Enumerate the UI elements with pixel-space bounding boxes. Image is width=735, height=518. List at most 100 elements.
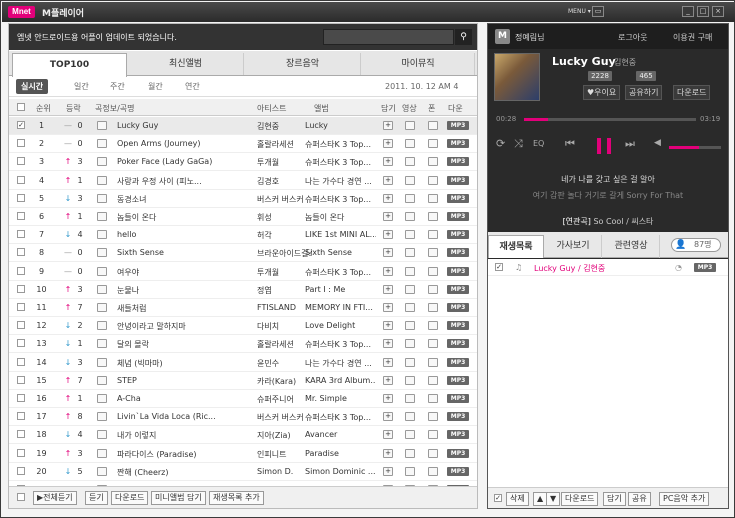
playlist-download-button[interactable]: 다운로드: [561, 492, 599, 506]
row-artist[interactable]: 윤민수: [257, 358, 312, 369]
table-row[interactable]: 7 ↓ 4 hello 허각 LIKE 1st MINI AL... + MP3: [9, 226, 477, 245]
row-song[interactable]: 체념 (빅마마): [117, 358, 234, 369]
share-button[interactable]: 공유하기: [625, 85, 663, 100]
video-icon[interactable]: [405, 321, 415, 331]
album-art[interactable]: [494, 53, 540, 101]
row-album[interactable]: MEMORY IN FTI...: [305, 303, 376, 312]
row-artist[interactable]: 카라(Kara): [257, 376, 312, 387]
video-icon[interactable]: [405, 466, 415, 476]
song-info-icon[interactable]: [97, 266, 107, 276]
menu-button[interactable]: MENU ▾: [568, 8, 591, 15]
mini-mode-icon[interactable]: ▭: [592, 6, 604, 17]
song-info-icon[interactable]: [97, 303, 107, 312]
row-song[interactable]: 사랑과 우정 사이 (피노...: [117, 176, 234, 187]
row-checkbox[interactable]: [17, 248, 25, 257]
row-checkbox[interactable]: [17, 303, 25, 311]
row-checkbox[interactable]: [17, 375, 25, 384]
subtab-monthly[interactable]: 월간: [148, 81, 163, 92]
row-artist[interactable]: 브라운아이드걸스: [257, 248, 312, 259]
phone-icon[interactable]: [428, 157, 438, 167]
table-row[interactable]: 14 ↓ 3 체념 (빅마마) 윤민수 나는 가수다 경연 ... + MP3: [9, 354, 477, 372]
mp3-badge[interactable]: MP3: [447, 339, 469, 349]
video-icon[interactable]: [405, 412, 415, 422]
add-icon[interactable]: +: [383, 193, 393, 203]
info-icon[interactable]: ◔: [675, 263, 682, 272]
row-album[interactable]: 슈퍼스타K 3 Top...: [305, 157, 376, 168]
row-album[interactable]: Mr. Simple: [305, 394, 376, 403]
row-checkbox[interactable]: [17, 321, 25, 330]
minimize-icon[interactable]: _: [682, 6, 694, 17]
row-song[interactable]: Sixth Sense: [117, 248, 234, 257]
listen-button[interactable]: 듣기: [85, 491, 108, 505]
table-row[interactable]: 16 ↑ 1 A-Cha 슈퍼주니어 Mr. Simple + MP3: [9, 390, 477, 408]
phone-icon[interactable]: [428, 193, 438, 203]
video-icon[interactable]: [405, 139, 415, 149]
row-artist[interactable]: 김경호: [257, 176, 312, 187]
row-checkbox[interactable]: [17, 175, 25, 184]
row-checkbox[interactable]: [17, 193, 25, 202]
row-artist[interactable]: Simon D.: [257, 467, 312, 476]
mp3-badge[interactable]: MP3: [694, 263, 716, 272]
song-info-icon[interactable]: [97, 375, 107, 385]
row-album[interactable]: 나는 가수다 경연 ...: [305, 176, 376, 187]
row-artist[interactable]: 다비치: [257, 321, 312, 332]
mp3-badge[interactable]: MP3: [447, 357, 469, 367]
add-icon[interactable]: +: [383, 175, 393, 185]
playlist-share-button[interactable]: 공유: [628, 492, 651, 506]
song-info-icon[interactable]: [97, 121, 107, 130]
add-icon[interactable]: +: [383, 303, 393, 312]
search-input[interactable]: [323, 29, 454, 45]
video-icon[interactable]: [405, 193, 415, 203]
maximize-icon[interactable]: □: [697, 6, 709, 17]
pause-icon[interactable]: [597, 138, 611, 154]
add-icon[interactable]: +: [383, 212, 393, 221]
phone-icon[interactable]: [428, 375, 438, 385]
user-name[interactable]: 정예림님: [515, 32, 544, 43]
song-info-icon[interactable]: [97, 466, 107, 476]
volume-icon[interactable]: ◀: [654, 138, 661, 148]
add-icon[interactable]: +: [383, 357, 393, 367]
tab-my-music[interactable]: 마이뮤직: [362, 53, 475, 75]
row-artist[interactable]: 슈퍼주니어: [257, 394, 312, 405]
add-icon[interactable]: +: [383, 157, 393, 167]
song-info-icon[interactable]: [97, 248, 107, 258]
table-row[interactable]: 11 ↑ 7 새들처럼 FTISLAND MEMORY IN FTI... + MP3: [9, 299, 477, 317]
song-info-icon[interactable]: [97, 394, 107, 403]
row-song[interactable]: hello: [117, 230, 234, 239]
row-song[interactable]: 파라다이스 (Paradise): [117, 449, 234, 460]
phone-icon[interactable]: [428, 248, 438, 258]
search-icon[interactable]: ⚲: [455, 29, 472, 45]
track-artist[interactable]: 김현중: [614, 57, 636, 68]
mp3-badge[interactable]: MP3: [447, 412, 469, 422]
row-checkbox[interactable]: [17, 212, 25, 220]
row-checkbox[interactable]: [17, 430, 25, 439]
mp3-badge[interactable]: MP3: [447, 175, 469, 185]
video-icon[interactable]: [405, 357, 415, 367]
previous-icon[interactable]: ⏮: [565, 137, 575, 151]
playlist-item-title[interactable]: Lucky Guy / 김현중: [534, 263, 605, 274]
playlist-add-button[interactable]: 담기: [603, 492, 626, 506]
video-icon[interactable]: [405, 448, 415, 458]
table-row[interactable]: 18 ↓ 4 내가 이렇지 지아(Zia) Avancer + MP3: [9, 426, 477, 445]
related-song[interactable]: [연관곡] So Cool / 씨스타: [488, 216, 728, 227]
add-icon[interactable]: +: [383, 230, 393, 240]
row-artist[interactable]: 버스커 버스커: [257, 194, 312, 205]
song-info-icon[interactable]: [97, 357, 107, 367]
add-icon[interactable]: +: [383, 412, 393, 422]
row-checkbox[interactable]: [17, 339, 25, 348]
notice-text[interactable]: 엠넷 안드로이드용 어플이 업데이트 되었습니다.: [17, 32, 177, 43]
mp3-badge[interactable]: MP3: [447, 394, 469, 403]
add-icon[interactable]: +: [383, 121, 393, 130]
row-song[interactable]: A-Cha: [117, 394, 234, 403]
row-artist[interactable]: 휘성: [257, 212, 312, 223]
mp3-badge[interactable]: MP3: [447, 212, 469, 221]
row-artist[interactable]: 투개월: [257, 267, 312, 278]
row-album[interactable]: Paradise: [305, 449, 376, 458]
mp3-badge[interactable]: MP3: [447, 193, 469, 203]
mp3-badge[interactable]: MP3: [447, 121, 469, 130]
row-song[interactable]: 눈물나: [117, 285, 234, 296]
song-info-icon[interactable]: [97, 412, 107, 422]
video-icon[interactable]: [405, 375, 415, 385]
video-icon[interactable]: [405, 303, 415, 312]
phone-icon[interactable]: [428, 357, 438, 367]
